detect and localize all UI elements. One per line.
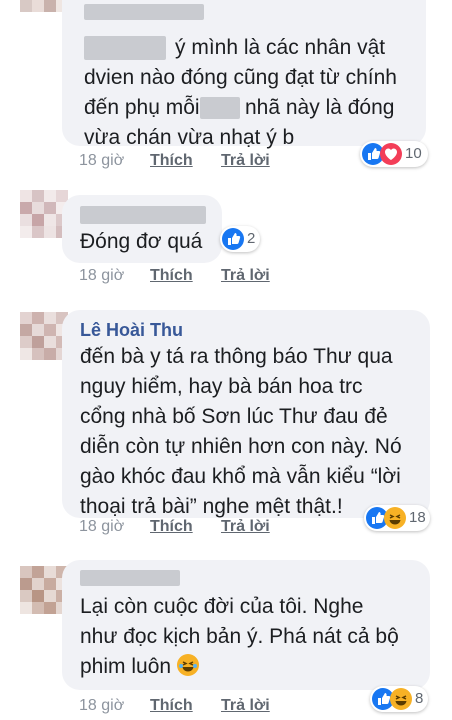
reaction-summary[interactable]: 8 (370, 686, 428, 712)
comment-text-line: dvien nào đóng cũng đạt từ chính (84, 66, 397, 89)
like-link[interactable]: Thích (150, 516, 193, 538)
redacted-name (84, 36, 166, 60)
laughing-emoji-icon (176, 654, 199, 676)
comment-actions: 18 giờ Thích Trả lời (79, 265, 319, 287)
comment-actions: 18 giờ Thích Trả lời (79, 516, 319, 538)
comment-time[interactable]: 18 giờ (79, 150, 124, 172)
reaction-summary[interactable]: 18 (364, 505, 430, 531)
redacted-name (80, 570, 180, 586)
reaction-count: 8 (415, 690, 424, 707)
comment-actions: 18 giờ Thích Trả lời (79, 695, 319, 717)
comment-text-line: nguy hiểm, hay bà bán hoa trc (80, 375, 363, 398)
redacted-word (200, 97, 240, 119)
redacted-name (80, 206, 206, 224)
reaction-count: 10 (405, 145, 422, 162)
reply-link[interactable]: Trả lời (221, 516, 270, 538)
avatar[interactable] (20, 312, 68, 360)
comment-time[interactable]: 18 giờ (79, 516, 124, 538)
comment-text-line: vừa chán vừa nhạt ý b (84, 126, 295, 149)
comment-text-line: gào khóc đau khổ mà vẫn kiểu “lời (80, 465, 401, 488)
haha-icon (390, 688, 412, 710)
comment-time[interactable]: 18 giờ (79, 695, 124, 717)
comment-text-line: diễn còn tự nhiên hơn con này. Nó (80, 435, 402, 458)
like-icon (222, 228, 244, 250)
redacted-name (84, 4, 204, 20)
reaction-summary[interactable]: 10 (360, 141, 428, 167)
like-link[interactable]: Thích (150, 265, 193, 287)
comment-text-line: đến phụ mỗi (84, 96, 200, 119)
reaction-count: 2 (247, 230, 256, 247)
comment-text-fragment: phim luôn (80, 655, 172, 678)
comment-text-line: Đóng đơ quá (80, 230, 203, 253)
love-icon (380, 143, 402, 165)
comment-author[interactable]: Lê Hoài Thu (80, 320, 183, 341)
reply-link[interactable]: Trả lời (221, 150, 270, 172)
like-link[interactable]: Thích (150, 695, 193, 717)
avatar[interactable] (20, 566, 68, 614)
comment-actions: 18 giờ Thích Trả lời (79, 150, 319, 172)
comment-text-line: Lại còn cuộc đời của tôi. Nghe (80, 595, 364, 618)
comment-text-line: ý mình là các nhân vật (175, 36, 386, 59)
avatar[interactable] (20, 0, 68, 14)
comment-text-line: đến bà y tá ra thông báo Thư qua (80, 345, 393, 368)
comment-text-line: phim luôn (80, 652, 199, 682)
reply-link[interactable]: Trả lời (221, 695, 270, 717)
comment-text-line: nhã này là đóng (245, 96, 395, 119)
haha-icon (384, 507, 406, 529)
comment-text-line: cổng nhà bố Sơn lúc Thư đau đẻ (80, 405, 388, 428)
reaction-summary[interactable]: 2 (220, 226, 260, 252)
comment-time[interactable]: 18 giờ (79, 265, 124, 287)
reaction-count: 18 (409, 509, 426, 526)
comment-text-line: như đọc kịch bản ý. Phá nát cả bộ (80, 625, 399, 648)
like-link[interactable]: Thích (150, 150, 193, 172)
reply-link[interactable]: Trả lời (221, 265, 270, 287)
avatar[interactable] (20, 190, 68, 238)
